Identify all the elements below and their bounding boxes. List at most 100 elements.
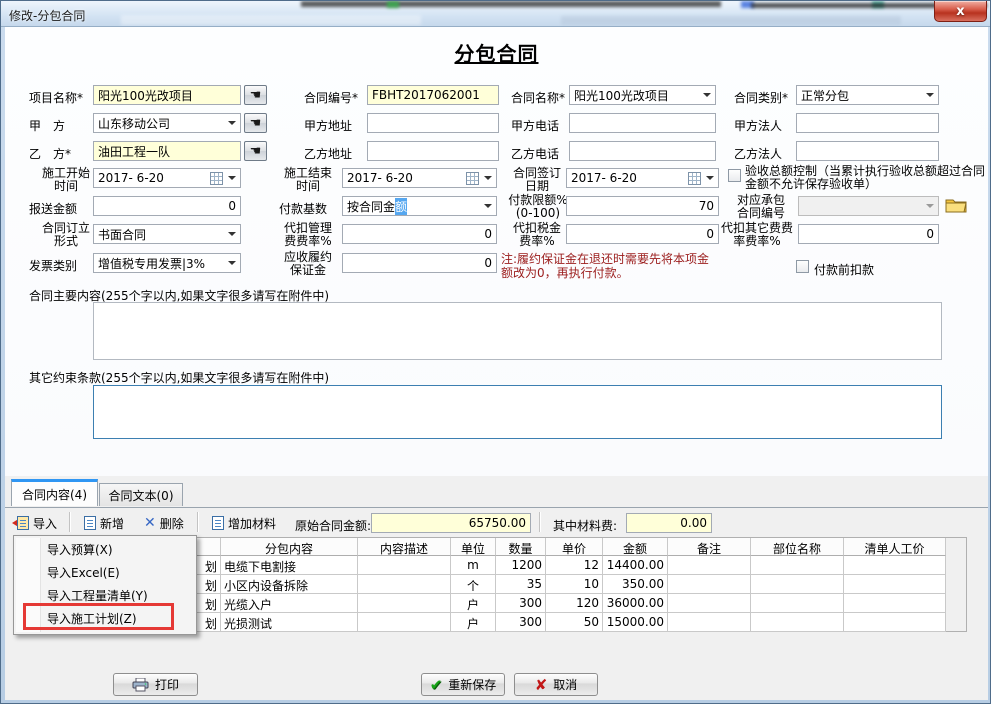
cell-location[interactable] bbox=[751, 594, 844, 613]
browse-folder-button[interactable] bbox=[944, 197, 968, 215]
save-button[interactable]: ✔ 重新保存 bbox=[421, 673, 505, 696]
tax-fee-input[interactable] bbox=[566, 224, 719, 244]
cell-unit-price[interactable]: 12 bbox=[546, 556, 603, 575]
cell-quantity[interactable]: 35 bbox=[496, 575, 546, 594]
add-label: 新增 bbox=[100, 515, 124, 532]
cell-quantity[interactable]: 300 bbox=[496, 613, 546, 632]
party-a-addr-input[interactable] bbox=[367, 113, 499, 133]
cell-unit-price[interactable]: 50 bbox=[546, 613, 603, 632]
cell-unit[interactable]: m bbox=[451, 556, 496, 575]
cell-content[interactable]: 电缆下电割接 bbox=[221, 556, 358, 575]
close-icon: x bbox=[956, 4, 964, 19]
main-content-textarea[interactable] bbox=[93, 302, 942, 360]
party-b-addr-input[interactable] bbox=[367, 141, 499, 161]
party-a-pick-button[interactable]: ☚ bbox=[244, 113, 267, 133]
add-material-button[interactable]: 增加材料 bbox=[207, 511, 281, 535]
chevron-down-icon bbox=[922, 86, 938, 104]
cell-location[interactable] bbox=[751, 575, 844, 594]
add-row-button[interactable]: 新增 bbox=[79, 511, 129, 535]
pre-payment-deduct-checkbox[interactable] bbox=[796, 260, 809, 273]
contract-form-dropdown[interactable]: 书面合同 bbox=[93, 224, 241, 244]
party-b-legal-input[interactable] bbox=[796, 141, 939, 161]
cell-labor-price[interactable] bbox=[844, 575, 946, 594]
report-amount-input[interactable] bbox=[93, 196, 241, 216]
cell-amount[interactable]: 350.00 bbox=[603, 575, 668, 594]
tab-contract-content[interactable]: 合同内容(4) bbox=[11, 479, 98, 506]
party-a-legal-input[interactable] bbox=[796, 113, 939, 133]
cell-labor-price[interactable] bbox=[844, 594, 946, 613]
cell-location[interactable] bbox=[751, 613, 844, 632]
cell-content[interactable]: 小区内设备拆除 bbox=[221, 575, 358, 594]
payment-base-dropdown[interactable]: 按合同金额 bbox=[342, 196, 497, 216]
party-b-pick-button[interactable]: ☚ bbox=[244, 141, 267, 161]
deposit-input[interactable] bbox=[342, 253, 497, 273]
original-amount-input[interactable] bbox=[371, 513, 531, 533]
pre-payment-deduct-label: 付款前扣款 bbox=[814, 261, 874, 278]
cancel-label: 取消 bbox=[553, 676, 577, 693]
invoice-type-dropdown[interactable]: 增值税专用发票|3% bbox=[93, 253, 241, 273]
column-header: 单价 bbox=[546, 538, 603, 556]
project-pick-button[interactable]: ☚ bbox=[244, 85, 267, 105]
contract-name-dropdown[interactable]: 阳光100光改项目 bbox=[569, 85, 716, 105]
dialog-client-area: 分包合同 项目名称* ☚ 合同编号* 合同名称* 阳光100光改项目 合同类别*… bbox=[5, 27, 988, 700]
other-fee-input[interactable] bbox=[798, 224, 939, 244]
cell-unit-price[interactable]: 10 bbox=[546, 575, 603, 594]
party-b-tel-input[interactable] bbox=[569, 141, 716, 161]
import-button[interactable]: 导入 bbox=[7, 511, 62, 535]
cell-unit[interactable]: 个 bbox=[451, 575, 496, 594]
payment-base-value: 按合同金 bbox=[347, 198, 395, 215]
acceptance-control-checkbox[interactable] bbox=[728, 169, 741, 182]
project-name-input[interactable] bbox=[93, 85, 241, 105]
cell-amount[interactable]: 14400.00 bbox=[603, 556, 668, 575]
toolbar: 导入 新增 ✕ 删除 增加材料 原始合同金额: 其中材料费: bbox=[5, 507, 988, 537]
cell-remark[interactable] bbox=[668, 594, 751, 613]
party-a-tel-input[interactable] bbox=[569, 113, 716, 133]
cell-unit[interactable]: 户 bbox=[451, 594, 496, 613]
delete-row-button[interactable]: ✕ 删除 bbox=[139, 511, 189, 535]
start-date-label: 施工开始时间 bbox=[37, 167, 95, 193]
menu-item-import-excel[interactable]: 导入Excel(E) bbox=[15, 562, 195, 585]
cell-remark[interactable] bbox=[668, 575, 751, 594]
calendar-icon bbox=[206, 169, 240, 187]
cell-description[interactable] bbox=[358, 575, 451, 594]
cell-labor-price[interactable] bbox=[844, 613, 946, 632]
menu-item-import-budget[interactable]: 导入预算(X) bbox=[15, 539, 195, 562]
chevron-down-icon bbox=[224, 254, 240, 272]
close-button[interactable]: x bbox=[934, 1, 987, 22]
party-a-dropdown[interactable]: 山东移动公司 bbox=[93, 113, 241, 133]
invoice-type-value: 增值税专用发票|3% bbox=[98, 255, 205, 272]
contract-type-dropdown[interactable]: 正常分包 bbox=[796, 85, 939, 105]
contract-no-input[interactable] bbox=[367, 85, 499, 105]
sign-date-picker[interactable]: 2017- 6-20 bbox=[566, 168, 719, 188]
material-fee-input[interactable] bbox=[626, 513, 712, 533]
cell-description[interactable] bbox=[358, 613, 451, 632]
cancel-button[interactable]: ✘ 取消 bbox=[514, 673, 598, 696]
cell-quantity[interactable]: 300 bbox=[496, 594, 546, 613]
cell-quantity[interactable]: 1200 bbox=[496, 556, 546, 575]
project-name-label: 项目名称* bbox=[29, 89, 83, 106]
cell-unit[interactable]: 户 bbox=[451, 613, 496, 632]
cell-remark[interactable] bbox=[668, 613, 751, 632]
cell-description[interactable] bbox=[358, 556, 451, 575]
cell-description[interactable] bbox=[358, 594, 451, 613]
payment-limit-input[interactable] bbox=[566, 196, 719, 216]
corresponding-contract-dropdown[interactable] bbox=[798, 196, 939, 216]
cell-content[interactable]: 光损测试 bbox=[221, 613, 358, 632]
party-b-input[interactable] bbox=[93, 141, 241, 161]
cell-remark[interactable] bbox=[668, 556, 751, 575]
party-a-legal-label: 甲方法人 bbox=[734, 117, 782, 134]
tab-contract-text[interactable]: 合同文本(0) bbox=[99, 483, 183, 506]
other-terms-textarea[interactable] bbox=[93, 385, 942, 439]
mgmt-fee-input[interactable] bbox=[342, 224, 497, 244]
print-button[interactable]: 打印 bbox=[113, 673, 198, 696]
cell-amount[interactable]: 15000.00 bbox=[603, 613, 668, 632]
cell-labor-price[interactable] bbox=[844, 556, 946, 575]
cell-unit-price[interactable]: 120 bbox=[546, 594, 603, 613]
cell-location[interactable] bbox=[751, 556, 844, 575]
party-b-legal-label: 乙方法人 bbox=[734, 145, 782, 162]
cell-amount[interactable]: 36000.00 bbox=[603, 594, 668, 613]
cell-content[interactable]: 光缆入户 bbox=[221, 594, 358, 613]
start-date-picker[interactable]: 2017- 6-20 bbox=[93, 168, 241, 188]
end-date-picker[interactable]: 2017- 6-20 bbox=[342, 168, 497, 188]
column-header: 备注 bbox=[668, 538, 751, 556]
